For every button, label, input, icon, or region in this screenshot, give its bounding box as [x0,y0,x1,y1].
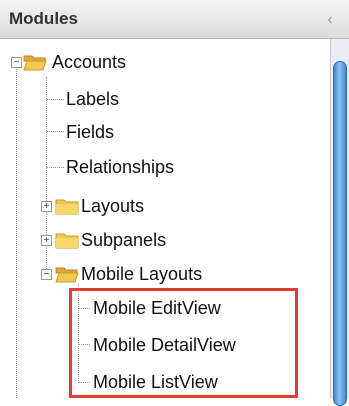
collapse-panel-button[interactable]: ‹ [320,10,340,30]
tree-node-label: Labels [66,88,120,109]
tree-node-fields[interactable]: Fields [66,117,114,147]
tree-node-mobile-layouts[interactable]: Mobile Layouts [81,259,202,289]
tree-connector [46,131,64,132]
tree-connector [78,308,90,309]
tree-connector [46,99,64,100]
scrollbar-thumb[interactable] [333,61,347,406]
tree-node-label: Mobile ListView [93,371,218,392]
modules-panel-header: Modules ‹ [0,0,349,39]
tree-node-label: Mobile DetailView [93,334,236,355]
tree-connector [78,284,79,383]
subpanels-expand-toggle[interactable]: + [41,235,52,246]
tree-connector [78,344,90,345]
folder-open-icon [23,55,47,71]
tree-node-label: Subpanels [81,229,167,250]
tree-node-label: Layouts [81,195,145,216]
tree-node-label: Mobile EditView [93,297,221,318]
tree-scrollbar[interactable] [330,39,349,406]
tree-node-accounts[interactable]: Accounts [52,47,126,77]
tree-connector [46,167,64,168]
tree-node-label: Accounts [52,51,127,72]
accounts-collapse-toggle[interactable]: − [11,57,22,68]
tree-node-labels[interactable]: Labels [66,84,119,114]
module-tree: − Accounts Labels Fields Relationships +… [0,39,330,398]
mobile-layouts-collapse-toggle[interactable]: − [41,269,52,280]
layouts-expand-toggle[interactable]: + [41,201,52,212]
tree-node-subpanels[interactable]: Subpanels [81,225,166,255]
tree-node-label: Relationships [66,156,175,177]
folder-open-icon [55,267,79,283]
tree-node-mobile-detailview[interactable]: Mobile DetailView [93,330,236,360]
tree-node-label: Mobile Layouts [81,263,203,284]
panel-title: Modules [9,9,78,28]
tree-connector [16,69,17,398]
folder-closed-icon [55,199,79,215]
tree-node-label: Fields [66,121,115,142]
tree-node-mobile-editview[interactable]: Mobile EditView [93,293,221,323]
folder-closed-icon [55,233,79,249]
tree-connector [78,382,90,383]
tree-node-layouts[interactable]: Layouts [81,191,144,221]
tree-node-relationships[interactable]: Relationships [66,152,174,182]
tree-node-mobile-listview[interactable]: Mobile ListView [93,367,218,397]
